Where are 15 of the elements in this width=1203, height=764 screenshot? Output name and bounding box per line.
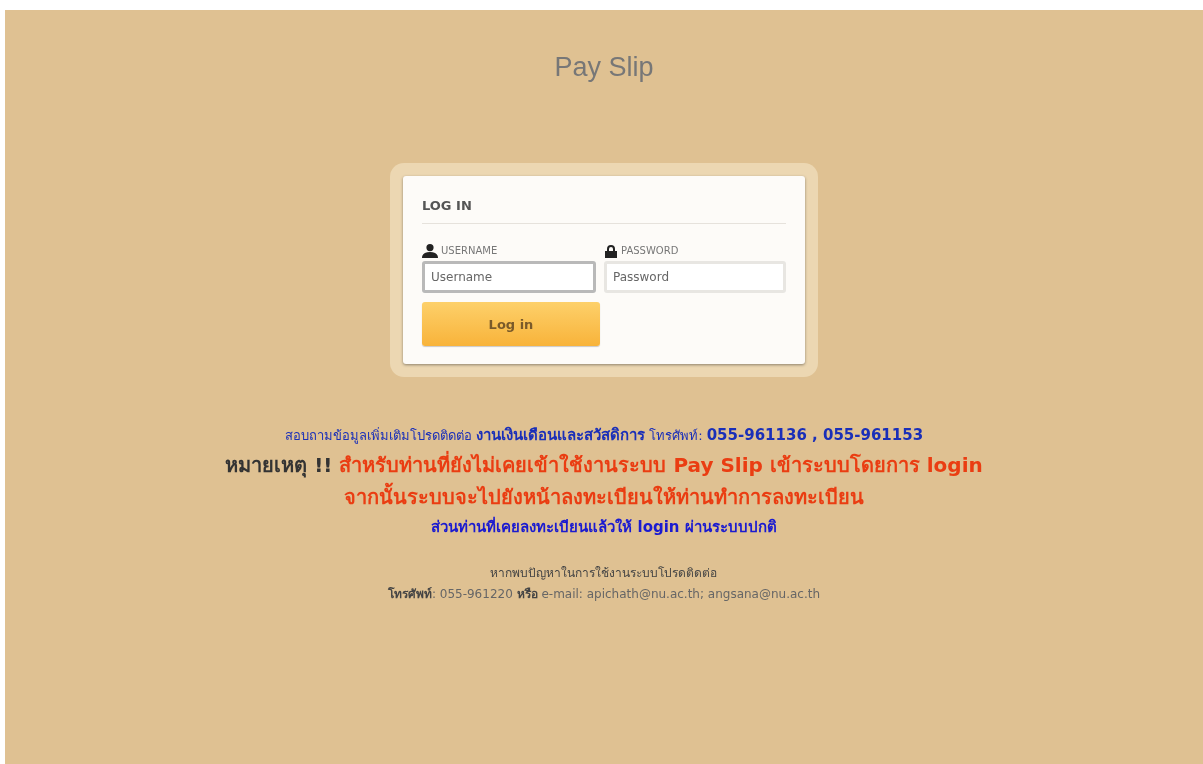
user-icon (422, 244, 438, 258)
username-field[interactable]: Username (422, 261, 596, 293)
note-text: หมายเหตุ !! สำหรับท่านที่ยังไม่เคยเข้าใช้งานระบบ Pay Slip เข้าระบบโดยการ login (225, 450, 983, 480)
username-label: USERNAME (441, 244, 498, 258)
password-field[interactable]: Password (604, 261, 786, 293)
login-button[interactable]: Log in (422, 302, 600, 346)
password-label: PASSWORD (621, 244, 679, 258)
help-text: หากพบปัญหาในการใช้งานระบบโปรดติดต่อ (490, 565, 718, 582)
note-text: ส่วนท่านที่เคยลงทะเบียนแล้วให้ login ผ่านระบบปกติ (431, 515, 777, 538)
page-title: Pay Slip (554, 52, 654, 83)
note-text: จากนั้นระบบจะไปยังหน้าลงทะเบียนให้ท่านทำการลงทะเบียน (344, 481, 864, 513)
login-heading: LOG IN (422, 198, 786, 224)
help-contact-text: โทรศัพท์: 055-961220 หรือ e-mail: apichath@nu.ac.th; angsana@nu.ac.th (387, 586, 821, 603)
contact-text: สอบถามข้อมูลเพิ่มเติมโปรดติดต่อ งานเงินเดือนและสวัสดิการ โทรศัพท์: 055-961136 , 055-961153 (284, 425, 924, 446)
lock-icon (604, 244, 618, 258)
